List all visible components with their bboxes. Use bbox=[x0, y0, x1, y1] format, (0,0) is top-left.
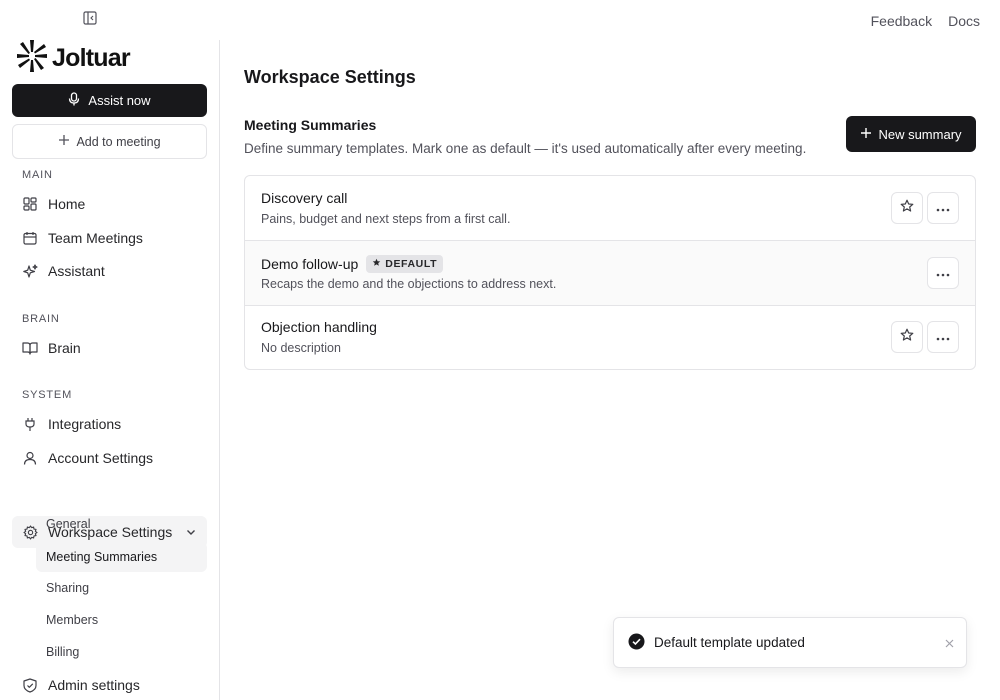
brand-logo[interactable]: Joltuar bbox=[16, 39, 131, 78]
star-icon bbox=[900, 328, 914, 347]
docs-link[interactable]: Docs bbox=[948, 13, 980, 29]
section-title: Meeting Summaries bbox=[244, 117, 377, 133]
section-label-system: SYSTEM bbox=[22, 389, 73, 401]
microphone-icon bbox=[68, 92, 80, 109]
more-options-button[interactable] bbox=[927, 192, 959, 224]
sidebar-item-label: Admin settings bbox=[48, 677, 140, 693]
assist-now-label: Assist now bbox=[88, 93, 151, 108]
sidebar: Joltuar Assist now Add to meeting MAIN H… bbox=[0, 39, 220, 700]
more-options-button[interactable] bbox=[927, 321, 959, 353]
section-label-brain: BRAIN bbox=[22, 313, 60, 325]
sidebar-item-assistant[interactable]: Assistant bbox=[12, 255, 207, 287]
template-name-text: Demo follow-up bbox=[261, 256, 359, 272]
star-filled-icon bbox=[372, 258, 381, 270]
spark-logo-icon bbox=[16, 39, 48, 78]
template-name: Discovery call bbox=[261, 190, 347, 206]
sidebar-item-label: Brain bbox=[48, 340, 81, 356]
template-name: Demo follow-up DEFAULT bbox=[261, 255, 444, 273]
sidebar-item-home[interactable]: Home bbox=[12, 188, 207, 220]
user-icon bbox=[22, 450, 38, 466]
sidebar-item-integrations[interactable]: Integrations bbox=[12, 408, 207, 440]
template-name-text: Objection handling bbox=[261, 319, 377, 335]
template-name: Objection handling bbox=[261, 319, 377, 335]
add-to-meeting-button[interactable]: Add to meeting bbox=[12, 124, 207, 159]
sidebar-item-brain[interactable]: Brain bbox=[12, 332, 207, 364]
default-badge: DEFAULT bbox=[366, 255, 444, 273]
sidebar-item-label: Assistant bbox=[48, 263, 105, 279]
page-title: Workspace Settings bbox=[244, 67, 416, 87]
plug-icon bbox=[22, 416, 38, 432]
sidebar-item-admin-settings[interactable]: Admin settings bbox=[12, 669, 207, 700]
sidebar-subitem-members[interactable]: Members bbox=[36, 605, 207, 635]
sidebar-toggle-button[interactable] bbox=[80, 10, 100, 30]
template-description: Recaps the demo and the objections to ad… bbox=[261, 277, 557, 291]
close-icon[interactable] bbox=[945, 636, 954, 651]
more-horizontal-icon bbox=[936, 199, 950, 217]
more-options-button[interactable] bbox=[927, 257, 959, 289]
add-to-meeting-label: Add to meeting bbox=[76, 134, 161, 149]
section-label-main: MAIN bbox=[22, 169, 53, 181]
template-description: No description bbox=[261, 341, 341, 355]
sidebar-item-account-settings[interactable]: Account Settings bbox=[12, 442, 207, 474]
template-row[interactable]: Demo follow-up DEFAULT Recaps the demo a… bbox=[245, 241, 975, 306]
sidebar-subitem-general[interactable]: General bbox=[36, 509, 207, 539]
default-badge-label: DEFAULT bbox=[385, 258, 438, 270]
calendar-icon bbox=[22, 230, 38, 246]
new-summary-button[interactable]: New summary bbox=[846, 116, 976, 152]
toast-notification: Default template updated bbox=[613, 617, 967, 668]
section-description: Define summary templates. Mark one as de… bbox=[244, 141, 807, 156]
toast-message: Default template updated bbox=[654, 635, 805, 650]
template-description: Pains, budget and next steps from a firs… bbox=[261, 212, 511, 226]
new-summary-label: New summary bbox=[878, 126, 962, 142]
top-links: Feedback Docs bbox=[871, 13, 980, 29]
sidebar-subitem-meeting-summaries[interactable]: Meeting Summaries bbox=[36, 542, 207, 572]
sparkles-icon bbox=[22, 263, 38, 279]
set-default-button[interactable] bbox=[891, 192, 923, 224]
template-list: Discovery call Pains, budget and next st… bbox=[244, 175, 976, 370]
sidebar-subitem-sharing[interactable]: Sharing bbox=[36, 573, 207, 603]
more-horizontal-icon bbox=[936, 264, 950, 282]
dashboard-icon bbox=[22, 196, 38, 212]
plus-icon bbox=[860, 127, 872, 142]
sidebar-item-label: Home bbox=[48, 196, 86, 212]
assist-now-button[interactable]: Assist now bbox=[12, 84, 207, 117]
shield-check-icon bbox=[22, 677, 38, 693]
sidebar-item-label: Integrations bbox=[48, 416, 122, 432]
template-row[interactable]: Objection handling No description bbox=[245, 305, 975, 369]
template-name-text: Discovery call bbox=[261, 190, 348, 206]
panel-left-icon bbox=[83, 10, 97, 30]
sidebar-item-team-meetings[interactable]: Team Meetings bbox=[12, 222, 207, 254]
sidebar-subitem-billing[interactable]: Billing bbox=[36, 637, 207, 667]
plus-icon bbox=[58, 134, 70, 149]
set-default-button[interactable] bbox=[891, 321, 923, 353]
feedback-link[interactable]: Feedback bbox=[871, 13, 932, 29]
template-row[interactable]: Discovery call Pains, budget and next st… bbox=[245, 176, 975, 241]
sidebar-item-label: Account Settings bbox=[48, 450, 154, 466]
check-circle-icon bbox=[628, 633, 645, 653]
more-horizontal-icon bbox=[936, 328, 950, 346]
sidebar-item-label: Team Meetings bbox=[48, 230, 143, 246]
brand-name: Joltuar bbox=[52, 43, 131, 72]
star-icon bbox=[900, 199, 914, 218]
book-open-icon bbox=[22, 340, 38, 356]
